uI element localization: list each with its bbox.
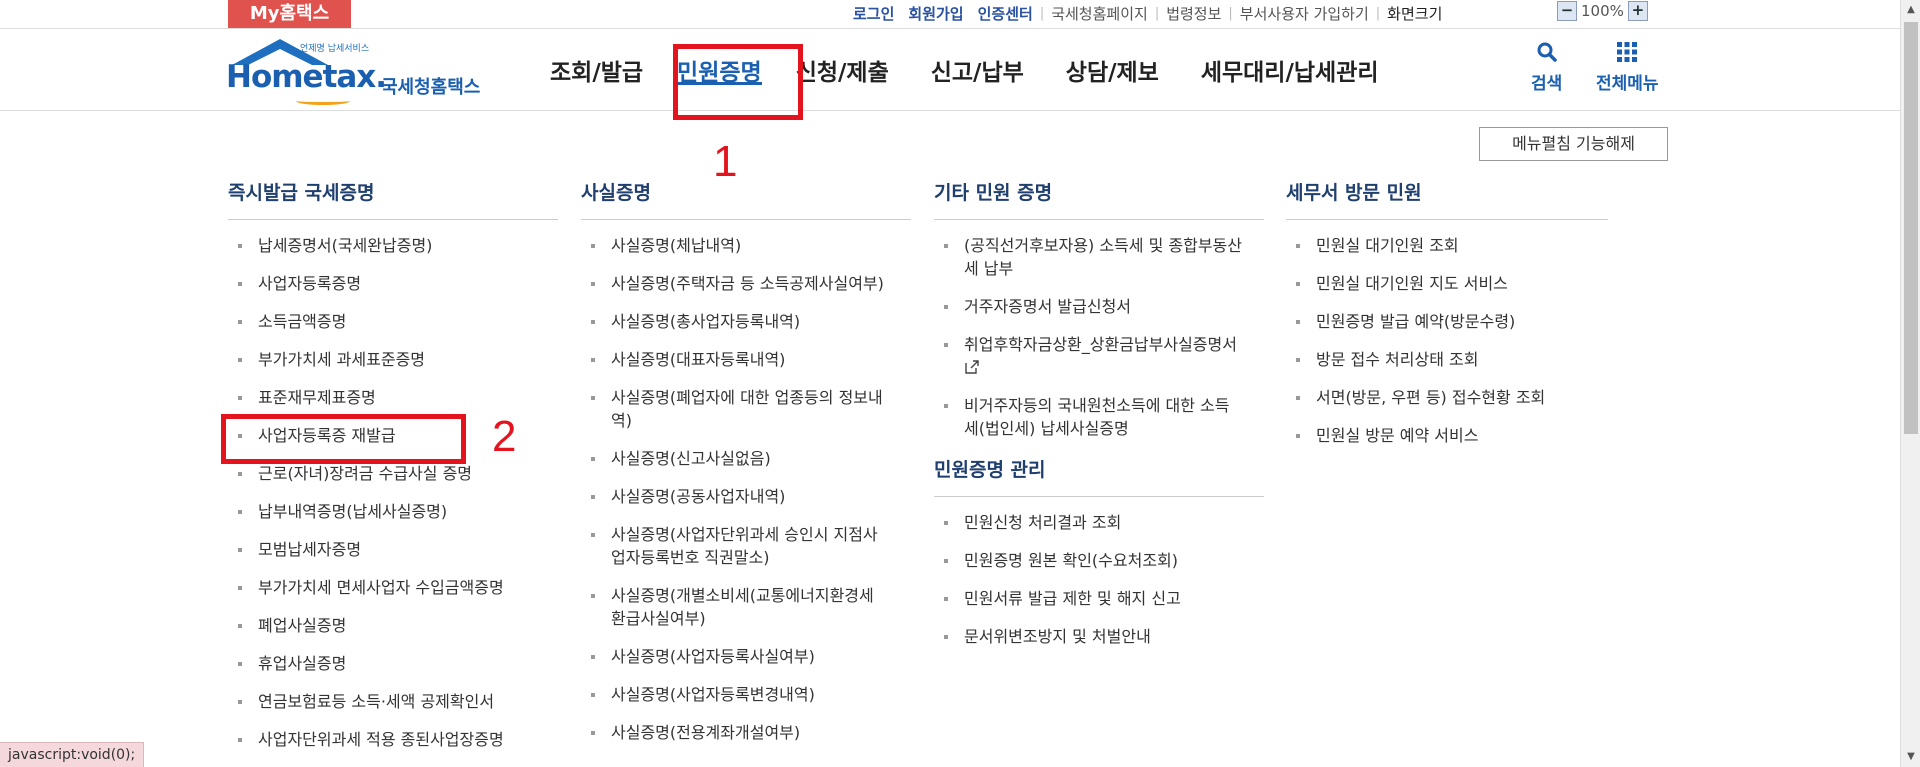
logo-swoosh bbox=[296, 97, 350, 105]
menu-fold-toggle-button[interactable]: 메뉴펼침 기능해제 bbox=[1479, 127, 1668, 161]
zoom-level: 100% bbox=[1581, 2, 1624, 20]
menu-item[interactable]: 사실증명(대표자등록내역) bbox=[581, 348, 891, 371]
menu-item[interactable]: 사실증명(개별소비세(교통에너지환경세 환급사실여부) bbox=[581, 584, 891, 630]
menu-item[interactable]: 민원실 방문 예약 서비스 bbox=[1286, 424, 1596, 447]
scroll-down-arrow-icon[interactable]: ▼ bbox=[1901, 747, 1920, 767]
screen-size-label: 화면크기 bbox=[1387, 4, 1443, 23]
search-label: 검색 bbox=[1531, 74, 1563, 94]
nav-apply-submit[interactable]: 신청/제출 bbox=[796, 29, 889, 111]
menu-item[interactable]: 거주자증명서 발급신청서 bbox=[934, 295, 1244, 318]
menu-item[interactable]: 사업자등록증명 bbox=[228, 272, 538, 295]
annotation-box-2 bbox=[221, 414, 466, 464]
zoom-out-button[interactable]: − bbox=[1557, 1, 1577, 21]
menu-item[interactable]: 사실증명(총사업자등록내역) bbox=[581, 310, 891, 333]
scrollbar-thumb[interactable] bbox=[1904, 22, 1918, 434]
column-instant-certificates: 즉시발급 국세증명 납세증명서(국세완납증명) 사업자등록증명 소득금액증명 부… bbox=[228, 178, 558, 766]
menu-item[interactable]: 취업후학자금상환_상환금납부사실증명서 bbox=[934, 333, 1244, 379]
browser-status-bar: javascript:void(0); bbox=[0, 742, 145, 767]
annotation-box-1 bbox=[673, 44, 803, 120]
search-tool[interactable]: 검색 bbox=[1531, 41, 1562, 94]
nav-tax-agent[interactable]: 세무대리/납세관리 bbox=[1201, 29, 1379, 111]
menu-item[interactable]: 사실증명(사업자단위과세 승인시 지점사업자등록번호 직권말소) bbox=[581, 523, 891, 569]
menu-item[interactable]: 표준재무제표증명 bbox=[228, 386, 538, 409]
menu-item[interactable]: 사실증명(전용계좌개설여부) bbox=[581, 721, 891, 744]
column-heading: 기타 민원 증명 bbox=[934, 178, 1264, 220]
column-heading: 세무서 방문 민원 bbox=[1286, 178, 1608, 220]
menu-item[interactable]: 소득금액증명 bbox=[228, 310, 538, 333]
menu-item[interactable]: 사업자단위과세 적용 종된사업장증명 bbox=[228, 728, 538, 751]
menu-item-label: 취업후학자금상환_상환금납부사실증명서 bbox=[964, 335, 1237, 354]
zoom-control: − 100% + bbox=[1557, 1, 1648, 21]
site-header: 언제명 납세서비스 Hometax. 국세청홈택스 조회/발급 민원증명 신청/… bbox=[0, 29, 1900, 111]
logo-wordmark: Hometax. bbox=[226, 59, 387, 95]
login-link[interactable]: 로그인 bbox=[846, 3, 901, 24]
column-other-certificates: 기타 민원 증명 (공직선거후보자용) 소득세 및 종합부동산세 납부 거주자증… bbox=[934, 178, 1264, 663]
menu-item[interactable]: 폐업사실증명 bbox=[228, 614, 538, 637]
annotation-number-2: 2 bbox=[492, 412, 517, 461]
menu-list: 사실증명(체납내역) 사실증명(주택자금 등 소득공제사실여부) 사실증명(총사… bbox=[581, 234, 911, 744]
menu-item[interactable]: 근로(자녀)장려금 수급사실 증명 bbox=[228, 462, 538, 485]
menu-item[interactable]: 사실증명(체납내역) bbox=[581, 234, 891, 257]
all-menu-label: 전체메뉴 bbox=[1596, 74, 1659, 94]
menu-item[interactable]: 휴업사실증명 bbox=[228, 652, 538, 675]
menu-item[interactable]: 모범납세자증명 bbox=[228, 538, 538, 561]
scroll-up-arrow-icon[interactable]: ▲ bbox=[1901, 0, 1920, 20]
menu-item[interactable]: 민원증명 원본 확인(수요처조회) bbox=[934, 549, 1244, 572]
menu-item[interactable]: 납세증명서(국세완납증명) bbox=[228, 234, 538, 257]
dept-user-signup-link[interactable]: 부서사용자 가입하기 bbox=[1233, 3, 1376, 24]
hometax-logo[interactable]: 언제명 납세서비스 Hometax. 국세청홈택스 bbox=[226, 39, 502, 105]
menu-list: (공직선거후보자용) 소득세 및 종합부동산세 납부 거주자증명서 발급신청서 … bbox=[934, 234, 1264, 440]
grid-menu-icon bbox=[1596, 41, 1659, 63]
nav-consult-report[interactable]: 상담/제보 bbox=[1066, 29, 1159, 111]
menu-item[interactable]: 민원신청 처리결과 조회 bbox=[934, 511, 1244, 534]
menu-item[interactable]: 문서위변조방지 및 처벌안내 bbox=[934, 625, 1244, 648]
cert-center-link[interactable]: 인증센터 bbox=[971, 3, 1040, 24]
menu-item[interactable]: 민원실 대기인원 지도 서비스 bbox=[1286, 272, 1596, 295]
menu-item[interactable]: 사실증명(신고사실없음) bbox=[581, 447, 891, 470]
menu-item[interactable]: 사실증명(사업자등록사실여부) bbox=[581, 645, 891, 668]
menu-item[interactable]: 민원서류 발급 제한 및 해지 신고 bbox=[934, 587, 1244, 610]
menu-item[interactable]: 부가가치세 과세표준증명 bbox=[228, 348, 538, 371]
all-menu-tool[interactable]: 전체메뉴 bbox=[1596, 41, 1659, 94]
top-utility-bar: My홈택스 로그인 회원가입 인증센터 | 국세청홈페이지 | 법령정보 | 부… bbox=[0, 0, 1900, 29]
zoom-in-button[interactable]: + bbox=[1627, 1, 1648, 21]
menu-list: 민원실 대기인원 조회 민원실 대기인원 지도 서비스 민원증명 발급 예약(방… bbox=[1286, 234, 1608, 447]
column-heading: 사실증명 bbox=[581, 178, 911, 220]
law-info-link[interactable]: 법령정보 bbox=[1159, 3, 1228, 24]
menu-item[interactable]: (공직선거후보자용) 소득세 및 종합부동산세 납부 bbox=[934, 234, 1244, 280]
column-tax-office-visit: 세무서 방문 민원 민원실 대기인원 조회 민원실 대기인원 지도 서비스 민원… bbox=[1286, 178, 1608, 462]
menu-item[interactable]: 방문 접수 처리상태 조회 bbox=[1286, 348, 1596, 371]
menu-item[interactable]: 비거주자등의 국내원천소득에 대한 소득세(법인세) 납세사실증명 bbox=[934, 394, 1244, 440]
nav-report-pay[interactable]: 신고/납부 bbox=[931, 29, 1024, 111]
nav-inquiry-issue[interactable]: 조회/발급 bbox=[550, 29, 643, 111]
vertical-scrollbar[interactable]: ▲ ▼ bbox=[1900, 0, 1920, 767]
logo-subtext: 언제명 납세서비스 bbox=[300, 44, 370, 54]
my-hometax-tab[interactable]: My홈택스 bbox=[228, 0, 351, 28]
menu-item[interactable]: 민원실 대기인원 조회 bbox=[1286, 234, 1596, 257]
column-subheading: 민원증명 관리 bbox=[934, 455, 1264, 497]
search-icon bbox=[1531, 41, 1562, 63]
menu-item[interactable]: 부가가치세 면세사업자 수입금액증명 bbox=[228, 576, 538, 599]
menu-item[interactable]: 사실증명(사업자등록변경내역) bbox=[581, 683, 891, 706]
menu-item[interactable]: 연금보험료등 소득·세액 공제확인서 bbox=[228, 690, 538, 713]
logo-korean-name: 국세청홈택스 bbox=[381, 77, 481, 98]
menu-item[interactable]: 사실증명(폐업자에 대한 업종등의 정보내역) bbox=[581, 386, 891, 432]
menu-item[interactable]: 서면(방문, 우편 등) 접수현황 조회 bbox=[1286, 386, 1596, 409]
menu-list: 납세증명서(국세완납증명) 사업자등록증명 소득금액증명 부가가치세 과세표준증… bbox=[228, 234, 558, 751]
column-fact-certificates: 사실증명 사실증명(체납내역) 사실증명(주택자금 등 소득공제사실여부) 사실… bbox=[581, 178, 911, 759]
menu-item[interactable]: 민원증명 발급 예약(방문수령) bbox=[1286, 310, 1596, 333]
menu-item[interactable]: 사실증명(공동사업자내역) bbox=[581, 485, 891, 508]
nts-home-link[interactable]: 국세청홈페이지 bbox=[1044, 3, 1155, 24]
column-heading: 즉시발급 국세증명 bbox=[228, 178, 558, 220]
signup-link[interactable]: 회원가입 bbox=[901, 3, 970, 24]
menu-item[interactable]: 납부내역증명(납세사실증명) bbox=[228, 500, 538, 523]
utility-links: 로그인 회원가입 인증센터 | 국세청홈페이지 | 법령정보 | 부서사용자 가… bbox=[846, 0, 1449, 26]
menu-item[interactable]: 사실증명(주택자금 등 소득공제사실여부) bbox=[581, 272, 891, 295]
menu-list: 민원신청 처리결과 조회 민원증명 원본 확인(수요처조회) 민원서류 발급 제… bbox=[934, 511, 1264, 648]
external-link-icon bbox=[964, 356, 980, 379]
